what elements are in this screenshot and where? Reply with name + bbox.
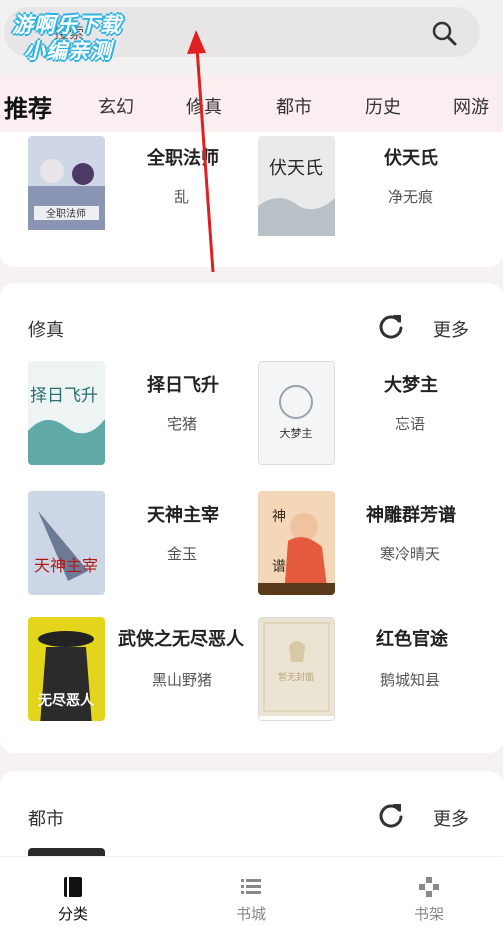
tab-xuanhuan[interactable]: 玄幻 (98, 93, 134, 119)
book-title: 大梦主 (384, 375, 438, 396)
tab-lishi[interactable]: 历史 (365, 93, 401, 119)
book-author: 鹅城知县 (380, 671, 441, 689)
more-link[interactable]: 更多 (433, 805, 469, 831)
book-title: 神雕群芳谱 (366, 505, 456, 526)
book-item[interactable]: 暂无封面 红色官途 鹅城知县 (0, 617, 503, 727)
book-author: 净无痕 (388, 188, 434, 206)
tab-recommend[interactable]: 推荐 (4, 89, 52, 124)
section-title: 都市 (28, 809, 64, 830)
top-bar: 搜索 游啊乐下载 小编亲测 (0, 0, 503, 75)
nav-bookshelf[interactable]: 书架 (369, 857, 489, 926)
svg-text:暂无封面: 暂无封面 (278, 671, 314, 683)
nav-category[interactable]: 分类 (13, 857, 133, 926)
refresh-icon[interactable] (377, 801, 405, 829)
book-item[interactable]: 大梦主 大梦主 忘语 (0, 361, 503, 471)
search-icon[interactable] (430, 19, 458, 47)
book-cover: 大梦主 (258, 361, 335, 465)
book-author: 寒冷晴天 (380, 545, 441, 563)
more-link[interactable]: 更多 (433, 316, 469, 342)
gamepad-icon (419, 877, 439, 897)
tab-dushi[interactable]: 都市 (276, 93, 312, 119)
tab-xiuzhen[interactable]: 修真 (186, 93, 222, 119)
nav-bookstore[interactable]: 书城 (191, 857, 311, 926)
bottom-nav: 分类 书城 书架 (0, 856, 503, 926)
svg-text:神: 神 (272, 509, 286, 525)
book-item[interactable]: 神 谱 神雕群芳谱 寒冷晴天 (0, 491, 503, 601)
tab-wangyou[interactable]: 网游 (453, 93, 489, 119)
book-title: 伏天氏 (384, 148, 438, 169)
list-icon (241, 879, 261, 894)
category-tabs: 推荐 玄幻 修真 都市 历史 网游 (0, 75, 503, 135)
svg-text:伏天氏: 伏天氏 (269, 158, 323, 179)
book-cover: 伏天氏 (258, 136, 335, 240)
svg-text:大梦主: 大梦主 (280, 426, 313, 440)
xiuzhen-section: 修真 更多 择日飞升 择日飞升 宅猪 大梦主 大梦主 忘语 天神主宰 天神主宰 … (0, 283, 503, 753)
book-title: 红色官途 (376, 629, 448, 650)
book-author: 忘语 (395, 415, 426, 433)
svg-text:谱: 谱 (272, 559, 286, 575)
book-item[interactable]: 伏天氏 伏天氏 净无痕 (0, 136, 503, 246)
book-icon (64, 877, 82, 897)
refresh-icon[interactable] (377, 312, 405, 340)
section-title: 修真 (28, 320, 64, 341)
search-input[interactable]: 搜索 (4, 7, 480, 57)
search-placeholder: 搜索 (54, 24, 85, 42)
recommend-card: 全职法师 全职法师 乱 伏天氏 伏天氏 净无痕 (0, 132, 503, 267)
book-cover: 神 谱 (258, 491, 335, 595)
book-cover: 暂无封面 (258, 617, 335, 721)
